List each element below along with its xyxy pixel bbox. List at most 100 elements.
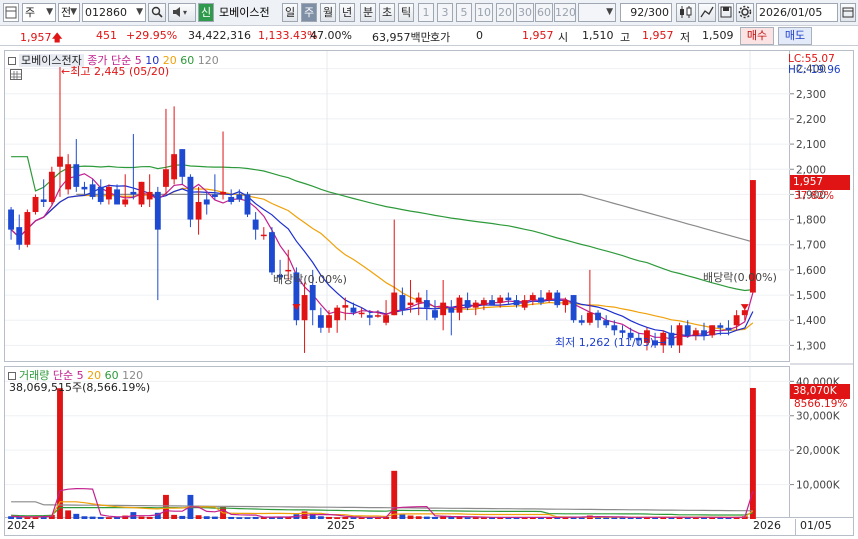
candle-body bbox=[16, 227, 23, 245]
speaker-icon[interactable]: ▾ bbox=[168, 3, 196, 22]
low-annotation: 최저 1,262 (11/03) → bbox=[555, 334, 667, 350]
count-field[interactable]: 92/300 bbox=[620, 3, 672, 22]
candle-body bbox=[407, 302, 414, 306]
period-second[interactable]: 초 bbox=[379, 3, 395, 22]
chevron-down-icon: ▼ bbox=[606, 7, 613, 17]
candle-up bbox=[529, 292, 536, 306]
period-day[interactable]: 일 bbox=[282, 3, 298, 22]
interval-30[interactable]: 30 bbox=[516, 3, 534, 22]
chart-settings-icon[interactable] bbox=[3, 3, 19, 22]
legend-ma60: 60 bbox=[180, 54, 195, 67]
candle-body bbox=[611, 325, 618, 331]
candle-down bbox=[489, 295, 495, 306]
interval-10[interactable]: 10 bbox=[475, 3, 493, 22]
candle-up bbox=[456, 295, 463, 321]
candle-body bbox=[65, 164, 72, 190]
price-axis[interactable]: LC:55.07 HC:-19.96 2,400 2,300 2,200 2,100 2… bbox=[788, 50, 854, 518]
ma120-line bbox=[76, 193, 754, 243]
candle-down bbox=[187, 174, 194, 228]
buy-button[interactable]: 매수 bbox=[740, 27, 774, 45]
candle-body bbox=[480, 300, 487, 306]
save-icon[interactable] bbox=[718, 3, 734, 22]
candle-body bbox=[146, 191, 153, 200]
candle-body bbox=[586, 312, 593, 323]
price-tick-label: 1,500 bbox=[796, 290, 826, 302]
candle-body bbox=[562, 300, 569, 306]
candle-up bbox=[334, 305, 341, 333]
interval-custom-select[interactable]: ▼ bbox=[578, 3, 616, 22]
candle-body bbox=[668, 332, 675, 346]
period-month[interactable]: 월 bbox=[320, 3, 336, 22]
period-minute[interactable]: 분 bbox=[360, 3, 376, 22]
candle-down bbox=[668, 325, 675, 348]
legend-toggle-icon[interactable] bbox=[8, 57, 16, 65]
volume-bar bbox=[391, 470, 398, 519]
candle-up bbox=[676, 322, 683, 353]
interval-20[interactable]: 20 bbox=[496, 3, 514, 22]
candle-type-icon[interactable] bbox=[676, 3, 696, 22]
price-chart[interactable] bbox=[5, 51, 791, 363]
candle-body bbox=[529, 295, 536, 301]
candle-body bbox=[334, 307, 341, 321]
date-label-2026: 2026 bbox=[753, 519, 781, 532]
candle-down bbox=[603, 315, 610, 328]
candle-up bbox=[171, 106, 178, 185]
candle-body bbox=[130, 191, 137, 195]
calendar-icon[interactable] bbox=[840, 3, 856, 22]
current-price-tag: 1,957 bbox=[790, 175, 850, 190]
period-week[interactable]: 주 bbox=[301, 3, 317, 22]
grid-toggle-icon[interactable] bbox=[10, 69, 22, 80]
candle-body bbox=[456, 297, 463, 313]
volume-tick-label: 10,000K bbox=[796, 480, 841, 492]
interval-1[interactable]: 1 bbox=[418, 3, 434, 22]
turnover-rate: 47.00% bbox=[310, 29, 352, 42]
candle-up bbox=[391, 219, 398, 316]
candle-body bbox=[717, 325, 724, 328]
candle-body bbox=[326, 315, 332, 328]
candle-body bbox=[464, 300, 471, 308]
volume-bar bbox=[57, 388, 63, 519]
candle-body bbox=[138, 181, 145, 205]
candle-down bbox=[8, 207, 15, 240]
candle-up bbox=[48, 166, 55, 205]
candle-body bbox=[489, 300, 495, 306]
candle-down bbox=[203, 191, 210, 215]
hoga-price: 1,957 bbox=[522, 29, 554, 42]
period-type-select[interactable]: 전 ▼ bbox=[58, 3, 80, 22]
date-input[interactable]: 2026/01/05 bbox=[756, 3, 838, 22]
candle-up bbox=[440, 279, 447, 331]
interval-60[interactable]: 60 bbox=[535, 3, 553, 22]
new-badge[interactable]: 신 bbox=[198, 3, 214, 22]
period-tick[interactable]: 틱 bbox=[398, 3, 414, 22]
interval-3[interactable]: 3 bbox=[437, 3, 453, 22]
candle-up bbox=[497, 295, 504, 308]
candle-body bbox=[203, 199, 210, 205]
search-icon[interactable] bbox=[148, 3, 166, 22]
candle-up bbox=[692, 327, 699, 341]
volume-rate-tag: 8566.19% bbox=[794, 398, 848, 410]
interval-120[interactable]: 120 bbox=[554, 3, 576, 22]
count-value: 92 bbox=[630, 6, 645, 19]
quote-bar: 1,957🡅 451 +29.95% 34,422,316 1,133.43% … bbox=[0, 26, 858, 46]
interval-5[interactable]: 5 bbox=[456, 3, 472, 22]
candle-body bbox=[546, 292, 553, 301]
candle-body bbox=[741, 310, 748, 316]
volume-chart-panel[interactable]: 거래량 단순 5 20 60 120 38,069,515주(8,566.19%… bbox=[4, 366, 791, 519]
drawing-tool-icon[interactable] bbox=[698, 3, 716, 22]
period-year[interactable]: 년 bbox=[339, 3, 355, 22]
price-tick-label: 1,300 bbox=[796, 340, 826, 352]
candle-body bbox=[595, 312, 601, 321]
stock-code-input[interactable]: 012860 ▼ bbox=[82, 3, 146, 22]
price-chart-panel[interactable]: 모베이스전자 종가 단순 5 10 20 60 120 ←최고 2,445 (0… bbox=[4, 50, 791, 363]
candle-body bbox=[40, 199, 47, 202]
candle-down bbox=[236, 189, 243, 202]
settings-icon[interactable] bbox=[736, 3, 754, 22]
svg-text:▾: ▾ bbox=[183, 8, 187, 17]
ma20-line bbox=[10, 187, 754, 331]
market-select[interactable]: 주 ▼ bbox=[22, 3, 56, 22]
sell-button[interactable]: 매도 bbox=[778, 27, 812, 45]
candle-down bbox=[570, 295, 577, 323]
date-label-current: 01/05 bbox=[795, 519, 832, 536]
right-arrow-icon: → bbox=[654, 336, 667, 349]
candle-up bbox=[146, 174, 153, 207]
